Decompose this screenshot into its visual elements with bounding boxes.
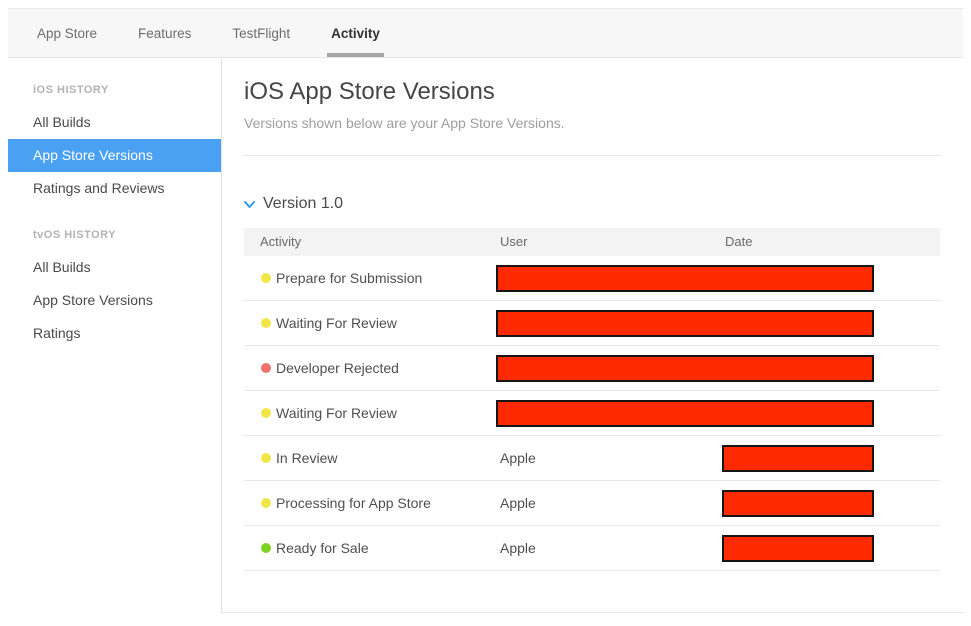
table-row: Ready for Sale Apple [244, 526, 940, 571]
status-dot-icon [261, 363, 271, 373]
redaction-box [722, 445, 874, 472]
activity-label: Waiting For Review [276, 315, 397, 331]
table-row: Waiting For Review [244, 391, 940, 436]
page-subtitle: Versions shown below are your App Store … [244, 115, 940, 131]
activity-label: In Review [276, 450, 337, 466]
table-row: Prepare for Submission [244, 256, 940, 301]
sidebar: iOS HISTORY All Builds App Store Version… [8, 58, 222, 613]
sidebar-item-ios-ratings-and-reviews[interactable]: Ratings and Reviews [8, 172, 221, 205]
divider [244, 155, 940, 156]
table-header: Activity User Date [244, 228, 940, 256]
activity-label: Waiting For Review [276, 405, 397, 421]
page-title: iOS App Store Versions [244, 78, 940, 106]
tab-app-store[interactable]: App Store [33, 9, 101, 57]
redaction-box [496, 355, 874, 382]
table-row: Processing for App Store Apple [244, 481, 940, 526]
status-dot-icon [261, 543, 271, 553]
redaction-box [496, 310, 874, 337]
tab-testflight[interactable]: TestFlight [228, 9, 294, 57]
version-section-toggle[interactable]: Version 1.0 [244, 195, 940, 213]
sidebar-section-ios-history: iOS HISTORY [8, 72, 221, 106]
redaction-box [722, 535, 874, 562]
table-row: Waiting For Review [244, 301, 940, 346]
redaction-box [496, 400, 874, 427]
activity-label: Developer Rejected [276, 360, 399, 376]
sidebar-item-tvos-app-store-versions[interactable]: App Store Versions [8, 284, 221, 317]
column-header-user: User [500, 234, 527, 249]
sidebar-item-ios-all-builds[interactable]: All Builds [8, 106, 221, 139]
status-dot-icon [261, 408, 271, 418]
redaction-box [496, 265, 874, 292]
version-label: Version 1.0 [263, 195, 343, 213]
sidebar-item-ios-app-store-versions[interactable]: App Store Versions [8, 139, 221, 172]
tab-activity[interactable]: Activity [327, 9, 384, 57]
sidebar-item-tvos-ratings[interactable]: Ratings [8, 317, 221, 350]
tab-features[interactable]: Features [134, 9, 195, 57]
sidebar-item-tvos-all-builds[interactable]: All Builds [8, 251, 221, 284]
activity-label: Ready for Sale [276, 540, 369, 556]
sidebar-section-tvos-history: tvOS HISTORY [8, 217, 221, 251]
top-nav: App Store Features TestFlight Activity [8, 8, 963, 58]
redaction-box [722, 490, 874, 517]
column-header-date: Date [725, 234, 752, 249]
table-row: Developer Rejected [244, 346, 940, 391]
user-label: Apple [500, 495, 536, 511]
status-dot-icon [261, 498, 271, 508]
column-header-activity: Activity [260, 234, 301, 249]
status-dot-icon [261, 453, 271, 463]
main-panel: iOS App Store Versions Versions shown be… [222, 58, 963, 613]
content-area: iOS HISTORY All Builds App Store Version… [8, 58, 963, 613]
status-dot-icon [261, 318, 271, 328]
user-label: Apple [500, 540, 536, 556]
table-row: In Review Apple [244, 436, 940, 481]
activity-table: Activity User Date Prepare for Submissio… [244, 228, 940, 571]
status-dot-icon [261, 273, 271, 283]
activity-label: Prepare for Submission [276, 270, 422, 286]
chevron-down-icon [244, 200, 255, 209]
user-label: Apple [500, 450, 536, 466]
activity-label: Processing for App Store [276, 495, 431, 511]
